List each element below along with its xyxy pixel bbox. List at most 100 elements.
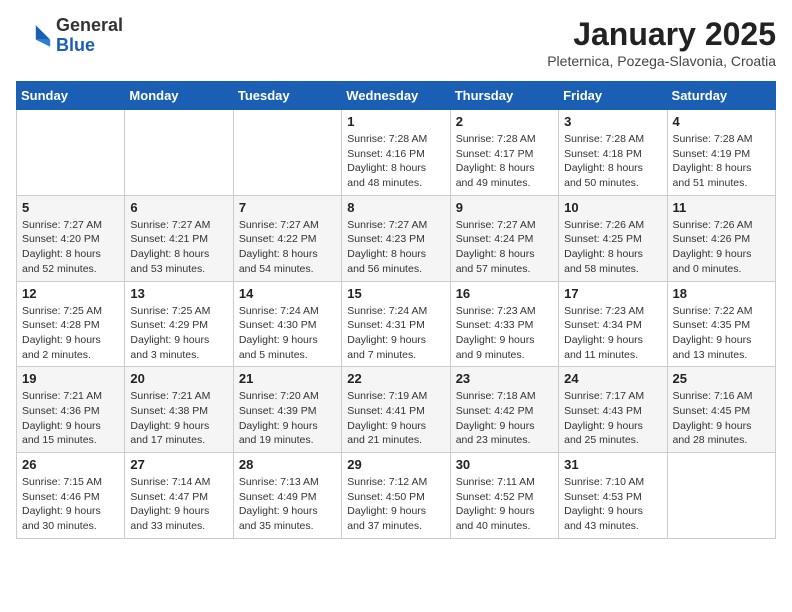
day-info: Sunrise: 7:27 AMSunset: 4:22 PMDaylight:… bbox=[239, 218, 336, 277]
calendar-cell: 24Sunrise: 7:17 AMSunset: 4:43 PMDayligh… bbox=[559, 367, 667, 453]
calendar-cell: 8 Sunrise: 7:27 AMSunset: 4:23 PMDaylight… bbox=[342, 195, 450, 281]
day-info: Sunrise: 7:27 AMSunset: 4:24 PMDaylight:… bbox=[456, 218, 553, 277]
day-info: Sunrise: 7:16 AMSunset: 4:45 PMDaylight:… bbox=[673, 389, 770, 448]
day-info: Sunrise: 7:28 AMSunset: 4:16 PMDaylight:… bbox=[347, 132, 444, 191]
calendar-cell: 26 Sunrise: 7:15 AMSunset: 4:46 PMDayligh… bbox=[17, 453, 125, 539]
day-number: 29 bbox=[347, 457, 444, 472]
logo-icon bbox=[16, 18, 52, 54]
calendar-cell: 31 Sunrise: 7:10 AMSunset: 4:53 PMDayligh… bbox=[559, 453, 667, 539]
calendar-cell: 28 Sunrise: 7:13 AMSunset: 4:49 PMDayligh… bbox=[233, 453, 341, 539]
day-info: Sunrise: 7:28 AMSunset: 4:17 PMDaylight:… bbox=[456, 132, 553, 191]
calendar-cell: 25 Sunrise: 7:16 AMSunset: 4:45 PMDayligh… bbox=[667, 367, 775, 453]
day-number: 11 bbox=[673, 200, 770, 215]
day-number: 8 bbox=[347, 200, 444, 215]
day-number: 9 bbox=[456, 200, 553, 215]
day-number: 7 bbox=[239, 200, 336, 215]
day-number: 31 bbox=[564, 457, 661, 472]
day-info: Sunrise: 7:14 AMSunset: 4:47 PMDaylight:… bbox=[130, 475, 227, 534]
weekday-header-sunday: Sunday bbox=[17, 82, 125, 110]
calendar-cell: 10Sunrise: 7:26 AMSunset: 4:25 PMDayligh… bbox=[559, 195, 667, 281]
day-info: Sunrise: 7:20 AMSunset: 4:39 PMDaylight:… bbox=[239, 389, 336, 448]
calendar-cell: 2Sunrise: 7:28 AMSunset: 4:17 PMDaylight… bbox=[450, 110, 558, 196]
day-info: Sunrise: 7:19 AMSunset: 4:41 PMDaylight:… bbox=[347, 389, 444, 448]
calendar-week-row: 12 Sunrise: 7:25 AMSunset: 4:28 PMDayligh… bbox=[17, 281, 776, 367]
day-number: 17 bbox=[564, 286, 661, 301]
calendar-cell: 5 Sunrise: 7:27 AMSunset: 4:20 PMDaylight… bbox=[17, 195, 125, 281]
calendar-week-row: 19 Sunrise: 7:21 AMSunset: 4:36 PMDayligh… bbox=[17, 367, 776, 453]
calendar-cell: 20 Sunrise: 7:21 AMSunset: 4:38 PMDayligh… bbox=[125, 367, 233, 453]
logo-general-text: General bbox=[56, 15, 123, 35]
day-info: Sunrise: 7:11 AMSunset: 4:52 PMDaylight:… bbox=[456, 475, 553, 534]
day-number: 27 bbox=[130, 457, 227, 472]
calendar-cell: 18Sunrise: 7:22 AMSunset: 4:35 PMDayligh… bbox=[667, 281, 775, 367]
day-info: Sunrise: 7:15 AMSunset: 4:46 PMDaylight:… bbox=[22, 475, 119, 534]
location-subtitle: Pleternica, Pozega-Slavonia, Croatia bbox=[547, 53, 776, 69]
weekday-header-monday: Monday bbox=[125, 82, 233, 110]
day-info: Sunrise: 7:18 AMSunset: 4:42 PMDaylight:… bbox=[456, 389, 553, 448]
calendar-cell: 4 Sunrise: 7:28 AMSunset: 4:19 PMDaylight… bbox=[667, 110, 775, 196]
calendar-cell: 30 Sunrise: 7:11 AMSunset: 4:52 PMDayligh… bbox=[450, 453, 558, 539]
day-number: 28 bbox=[239, 457, 336, 472]
day-number: 12 bbox=[22, 286, 119, 301]
weekday-header-tuesday: Tuesday bbox=[233, 82, 341, 110]
calendar-cell: 19 Sunrise: 7:21 AMSunset: 4:36 PMDayligh… bbox=[17, 367, 125, 453]
day-number: 14 bbox=[239, 286, 336, 301]
calendar-cell: 12 Sunrise: 7:25 AMSunset: 4:28 PMDayligh… bbox=[17, 281, 125, 367]
calendar-week-row: 26 Sunrise: 7:15 AMSunset: 4:46 PMDayligh… bbox=[17, 453, 776, 539]
day-info: Sunrise: 7:27 AMSunset: 4:20 PMDaylight:… bbox=[22, 218, 119, 277]
logo-blue-text: Blue bbox=[56, 35, 95, 55]
calendar-cell bbox=[17, 110, 125, 196]
weekday-header-wednesday: Wednesday bbox=[342, 82, 450, 110]
calendar-cell bbox=[125, 110, 233, 196]
calendar-cell: 9 Sunrise: 7:27 AMSunset: 4:24 PMDaylight… bbox=[450, 195, 558, 281]
day-number: 1 bbox=[347, 114, 444, 129]
day-info: Sunrise: 7:21 AMSunset: 4:38 PMDaylight:… bbox=[130, 389, 227, 448]
day-number: 30 bbox=[456, 457, 553, 472]
day-info: Sunrise: 7:21 AMSunset: 4:36 PMDaylight:… bbox=[22, 389, 119, 448]
weekday-header-row: SundayMondayTuesdayWednesdayThursdayFrid… bbox=[17, 82, 776, 110]
day-number: 26 bbox=[22, 457, 119, 472]
day-number: 5 bbox=[22, 200, 119, 215]
day-info: Sunrise: 7:24 AMSunset: 4:30 PMDaylight:… bbox=[239, 304, 336, 363]
calendar-cell: 11Sunrise: 7:26 AMSunset: 4:26 PMDayligh… bbox=[667, 195, 775, 281]
calendar-cell bbox=[233, 110, 341, 196]
day-info: Sunrise: 7:10 AMSunset: 4:53 PMDaylight:… bbox=[564, 475, 661, 534]
day-info: Sunrise: 7:13 AMSunset: 4:49 PMDaylight:… bbox=[239, 475, 336, 534]
day-number: 4 bbox=[673, 114, 770, 129]
day-number: 13 bbox=[130, 286, 227, 301]
calendar-cell: 3 Sunrise: 7:28 AMSunset: 4:18 PMDaylight… bbox=[559, 110, 667, 196]
weekday-header-thursday: Thursday bbox=[450, 82, 558, 110]
day-number: 20 bbox=[130, 371, 227, 386]
weekday-header-friday: Friday bbox=[559, 82, 667, 110]
day-info: Sunrise: 7:28 AMSunset: 4:18 PMDaylight:… bbox=[564, 132, 661, 191]
day-number: 21 bbox=[239, 371, 336, 386]
day-info: Sunrise: 7:22 AMSunset: 4:35 PMDaylight:… bbox=[673, 304, 770, 363]
day-info: Sunrise: 7:27 AMSunset: 4:23 PMDaylight:… bbox=[347, 218, 444, 277]
calendar-table: SundayMondayTuesdayWednesdayThursdayFrid… bbox=[16, 81, 776, 539]
day-info: Sunrise: 7:25 AMSunset: 4:28 PMDaylight:… bbox=[22, 304, 119, 363]
calendar-cell: 22Sunrise: 7:19 AMSunset: 4:41 PMDayligh… bbox=[342, 367, 450, 453]
calendar-cell: 29 Sunrise: 7:12 AMSunset: 4:50 PMDayligh… bbox=[342, 453, 450, 539]
day-number: 3 bbox=[564, 114, 661, 129]
calendar-cell: 17Sunrise: 7:23 AMSunset: 4:34 PMDayligh… bbox=[559, 281, 667, 367]
calendar-cell: 7 Sunrise: 7:27 AMSunset: 4:22 PMDaylight… bbox=[233, 195, 341, 281]
calendar-week-row: 1 Sunrise: 7:28 AMSunset: 4:16 PMDaylight… bbox=[17, 110, 776, 196]
day-info: Sunrise: 7:24 AMSunset: 4:31 PMDaylight:… bbox=[347, 304, 444, 363]
calendar-cell bbox=[667, 453, 775, 539]
calendar-cell: 21 Sunrise: 7:20 AMSunset: 4:39 PMDayligh… bbox=[233, 367, 341, 453]
calendar-cell: 6Sunrise: 7:27 AMSunset: 4:21 PMDaylight… bbox=[125, 195, 233, 281]
calendar-cell: 27 Sunrise: 7:14 AMSunset: 4:47 PMDayligh… bbox=[125, 453, 233, 539]
logo: General Blue bbox=[16, 16, 123, 56]
calendar-cell: 15Sunrise: 7:24 AMSunset: 4:31 PMDayligh… bbox=[342, 281, 450, 367]
day-number: 24 bbox=[564, 371, 661, 386]
title-block: January 2025 Pleternica, Pozega-Slavonia… bbox=[547, 16, 776, 69]
calendar-cell: 23Sunrise: 7:18 AMSunset: 4:42 PMDayligh… bbox=[450, 367, 558, 453]
day-number: 10 bbox=[564, 200, 661, 215]
calendar-week-row: 5 Sunrise: 7:27 AMSunset: 4:20 PMDaylight… bbox=[17, 195, 776, 281]
month-title: January 2025 bbox=[547, 16, 776, 53]
day-info: Sunrise: 7:28 AMSunset: 4:19 PMDaylight:… bbox=[673, 132, 770, 191]
day-info: Sunrise: 7:12 AMSunset: 4:50 PMDaylight:… bbox=[347, 475, 444, 534]
calendar-cell: 16Sunrise: 7:23 AMSunset: 4:33 PMDayligh… bbox=[450, 281, 558, 367]
day-number: 19 bbox=[22, 371, 119, 386]
day-number: 25 bbox=[673, 371, 770, 386]
